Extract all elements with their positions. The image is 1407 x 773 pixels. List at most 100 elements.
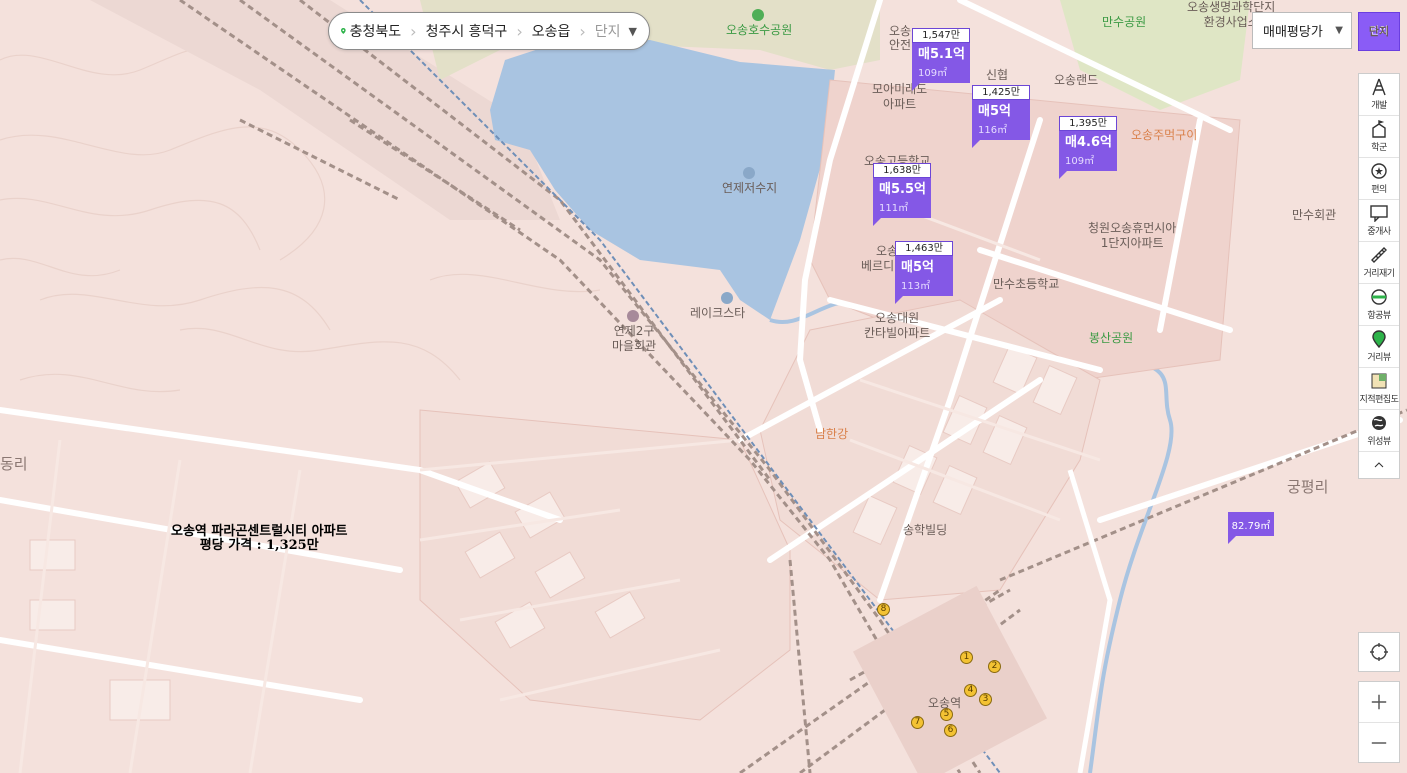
label-text: 만수공원 [1102, 15, 1147, 29]
park-label[interactable]: 봉산공원 [1089, 331, 1133, 346]
label-text: 연제저수지 [722, 181, 778, 195]
toolbar-collapse-button[interactable] [1359, 452, 1399, 478]
tool-label: 편의 [1371, 185, 1387, 195]
label-text: 송학빌딩 [903, 523, 948, 537]
zoom-out-button[interactable] [1359, 722, 1399, 762]
breadcrumb-province[interactable]: 충청북도 [350, 21, 402, 41]
building-label[interactable]: 오송 [889, 24, 911, 39]
tool-development[interactable]: 개발 [1359, 74, 1399, 116]
zoom-in-button[interactable] [1359, 682, 1399, 722]
breadcrumb-town[interactable]: 오송읍 [532, 21, 571, 41]
price-marker[interactable]: 1,463만 매5억 113㎡ [895, 241, 953, 304]
building-label[interactable]: 안전 [889, 38, 911, 53]
satellite-view-icon [1372, 416, 1386, 430]
tool-streetview[interactable]: 거리뷰 [1359, 326, 1399, 368]
marker-tail [972, 140, 980, 148]
label-text: 칸타빌아파트 [864, 326, 931, 340]
label-text: 신협 [986, 68, 1009, 82]
building-label[interactable]: 송학빌딩 [903, 523, 947, 538]
tool-convenience[interactable]: 편의 [1359, 158, 1399, 200]
annotation-line: 평당 가격 : 1,325만 [199, 538, 319, 553]
label-text: 레이크스타 [690, 306, 746, 320]
marker-tail [1059, 171, 1067, 179]
restaurant-label[interactable]: 남한강 [815, 427, 848, 442]
station-exit-6[interactable]: 6 [944, 724, 957, 737]
price-type-select[interactable]: 매매평당가 ▼ [1252, 12, 1352, 49]
station-exit-1[interactable]: 1 [960, 651, 973, 664]
chevron-down-icon: ▼ [1335, 25, 1343, 36]
breadcrumb-complex[interactable]: 단지 [595, 21, 621, 41]
tool-label: 개발 [1371, 101, 1387, 111]
area-size: 111㎡ [879, 203, 909, 214]
area-size: 109㎡ [918, 68, 948, 79]
tool-cadastral[interactable]: 지적편집도 [1359, 368, 1399, 410]
station-exit-3[interactable]: 3 [979, 693, 992, 706]
poi-label[interactable]: 오송랜드 [1054, 73, 1098, 88]
price-marker[interactable]: 1,425만 매5억 116㎡ [972, 85, 1030, 148]
tool-ruler[interactable]: 거리재기 [1359, 242, 1399, 284]
tool-satellite[interactable]: 위성뷰 [1359, 410, 1399, 452]
breadcrumb-city[interactable]: 청주시 흥덕구 [426, 21, 508, 41]
price-marker[interactable]: 1,395만 매4.6억 109㎡ [1059, 116, 1117, 179]
label-text: 만수회관 [1292, 208, 1337, 222]
tool-school[interactable]: 학군 [1359, 116, 1399, 158]
reservoir-label[interactable]: 연제저수지 [722, 166, 777, 196]
tool-label: 위성뷰 [1367, 437, 1391, 447]
current-location-button[interactable] [1358, 632, 1400, 672]
ruler-icon [1371, 247, 1387, 263]
sale-price: 매5억 [901, 260, 934, 275]
price-marker[interactable]: 1,638만 매5.5억 111㎡ [873, 163, 931, 226]
complex-toggle-button[interactable]: 편의 단지 [1358, 12, 1400, 51]
label-text: 아파트 [883, 97, 917, 111]
label-text: 오송랜드 [1054, 73, 1099, 87]
price-per-area: 1,395만 [1059, 116, 1117, 131]
station-exit-8[interactable]: 8 [877, 603, 890, 616]
chevron-up-icon [1374, 462, 1384, 468]
hall-label[interactable]: 만수회관 [1292, 208, 1336, 223]
apt-label[interactable]: 오송대원 칸타빌아파트 [864, 311, 930, 341]
bank-label[interactable]: 신협 [986, 68, 1008, 83]
village-hall-label[interactable]: 연제2구 마을회관 [612, 309, 656, 354]
station-exit-5[interactable]: 5 [940, 708, 953, 721]
station-exit-4[interactable]: 4 [964, 684, 977, 697]
label-text: 오송호수공원 [726, 23, 793, 37]
school-label[interactable]: 만수초등학교 [993, 277, 1059, 292]
label-text: 안전 [889, 38, 912, 52]
label-text: 봉산공원 [1089, 331, 1134, 345]
restaurant-label[interactable]: 오송주먹구이 [1131, 128, 1197, 143]
zoom-control [1358, 681, 1400, 763]
tool-label: 학군 [1371, 143, 1387, 153]
map-tools-toolbar: 개발 학군 편의 중개사 거리재기 항공뷰 거리뷰 지적편집도 위성뷰 [1358, 73, 1400, 479]
plus-icon [1371, 694, 1387, 710]
sale-price: 매5.5억 [879, 182, 926, 197]
area-marker[interactable]: 82.79㎡ [1228, 512, 1274, 544]
label-text: 청원오송휴먼시아 [1088, 221, 1177, 235]
tool-label: 중개사 [1367, 227, 1391, 237]
map-canvas[interactable] [0, 0, 1407, 773]
water-icon [742, 167, 755, 179]
aerial-view-icon [1371, 289, 1387, 305]
park-label[interactable]: 만수공원 [1102, 15, 1146, 30]
station-exit-2[interactable]: 2 [988, 660, 1001, 673]
price-per-area: 1,547만 [912, 28, 970, 43]
building-icon [720, 292, 733, 304]
region-breadcrumb[interactable]: 충청북도 › 청주시 흥덕구 › 오송읍 › 단지 ▼ [328, 12, 650, 50]
sale-price: 매5.1억 [918, 47, 965, 62]
convenience-icon [1371, 163, 1387, 179]
price-type-value: 매매평당가 [1263, 25, 1323, 40]
park-label[interactable]: 오송호수공원 [726, 8, 792, 38]
marker-tail [873, 218, 881, 226]
apt-label[interactable]: 청원오송휴먼시아 1단지아파트 [1088, 221, 1176, 251]
price-per-area: 1,638만 [873, 163, 931, 178]
apt-label[interactable]: 베르디 [861, 259, 894, 274]
chevron-down-icon[interactable]: ▼ [629, 25, 637, 38]
tool-aerial[interactable]: 항공뷰 [1359, 284, 1399, 326]
area-size: 116㎡ [978, 125, 1008, 136]
price-annotation: 오송역 파라곤센트럴시티 아파트 평당 가격 : 1,325만 [171, 525, 348, 553]
development-icon [1372, 78, 1386, 96]
station-exit-7[interactable]: 7 [911, 716, 924, 729]
poi-label[interactable]: 레이크스타 [690, 291, 745, 321]
tool-realtor[interactable]: 중개사 [1359, 200, 1399, 242]
price-marker[interactable]: 1,547만 매5.1억 109㎡ [912, 28, 970, 91]
breadcrumb-separator: › [516, 21, 523, 41]
